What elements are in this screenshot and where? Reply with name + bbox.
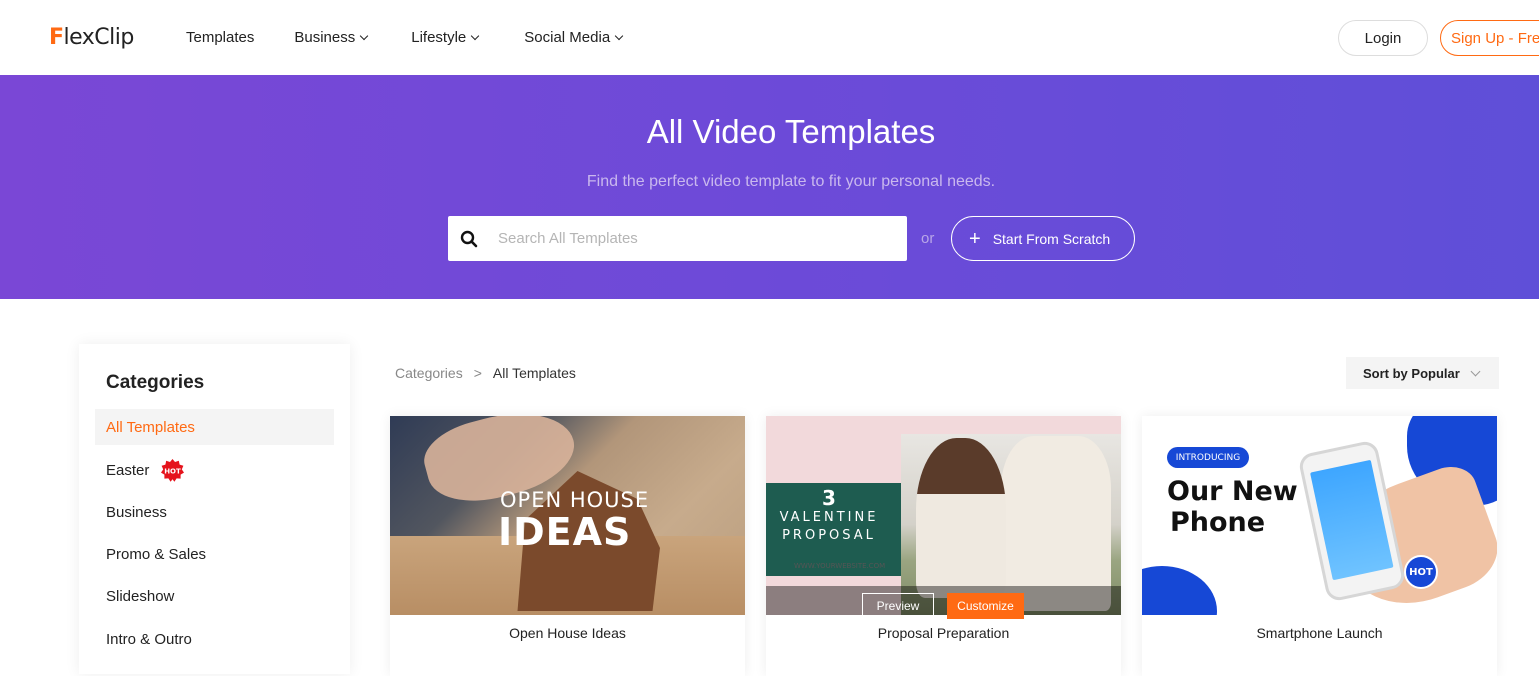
thumb-phone-screen [1310,459,1394,581]
thumb-url-text: WWW.YOURWEBSITE.COM [794,562,886,570]
preview-button[interactable]: Preview [862,593,934,619]
thumb-man [1001,436,1111,611]
thumb-hot-badge: HOT [1404,555,1438,589]
hover-overlay [766,586,1121,615]
search-icon[interactable] [460,230,478,248]
hot-badge-icon: HOT [161,458,185,482]
sidebar-item-business[interactable]: Business [95,494,334,530]
chevron-down-icon [614,31,624,40]
sidebar-item-all-templates[interactable]: All Templates [95,409,334,445]
logo-mark: F [49,24,64,50]
thumb-text-line2: IDEAS [498,510,632,554]
signup-button[interactable]: Sign Up - Free [1440,20,1539,56]
nav-social-media-label: Social Media [524,28,611,46]
breadcrumb: Categories > All Templates [395,365,576,381]
thumb-text-line3: PROPOSAL [782,528,876,543]
start-from-scratch-label: Start From Scratch [992,230,1111,247]
sidebar-item-label: Promo & Sales [106,545,207,563]
chevron-down-icon [360,31,369,40]
breadcrumb-root[interactable]: Categories [395,365,463,381]
flexclip-logo[interactable]: FlexClip [49,22,134,52]
nav-lifestyle-label: Lifestyle [411,28,467,46]
main-nav: Templates Business Lifestyle Social Medi… [186,27,624,47]
sidebar-title: Categories [106,372,205,393]
sidebar-item-label: Intro & Outro [106,630,192,648]
chevron-down-icon [471,31,480,40]
top-header: FlexClip Templates Business Lifestyle So… [0,0,1539,75]
nav-social-media[interactable]: Social Media [524,27,624,47]
search-input[interactable] [498,216,898,261]
nav-business-label: Business [294,28,356,46]
template-card-open-house[interactable]: OPEN HOUSE IDEAS Open House Ideas [390,416,745,676]
thumb-text-line1: 3 [822,486,836,510]
thumb-text-line2: VALENTINE [779,510,879,525]
nav-business[interactable]: Business [294,27,369,47]
logo-text: lexClip [63,24,135,50]
thumb-intro-pill: INTRODUCING [1167,447,1249,468]
search-box [448,216,907,261]
thumb-phone [1297,439,1407,603]
sidebar-item-label: Easter [106,461,150,479]
or-separator: or [921,230,935,247]
sidebar-item-slideshow[interactable]: Slideshow [95,578,334,614]
hero-subtitle: Find the perfect video template to fit y… [586,173,996,190]
sidebar-item-promo-sales[interactable]: Promo & Sales [95,536,334,572]
thumb-text-line2: Phone [1170,507,1266,538]
nav-templates[interactable]: Templates [186,27,254,47]
customize-button[interactable]: Customize [947,593,1024,619]
thumb-blob [1142,566,1217,615]
template-caption: Smartphone Launch [1256,625,1383,641]
sidebar-item-label: All Templates [106,418,195,436]
template-thumbnail[interactable]: INTRODUCING Our New Phone HOT [1142,416,1497,615]
hot-badge-text: HOT [165,467,182,475]
start-from-scratch-button[interactable]: + Start From Scratch [951,216,1135,261]
breadcrumb-separator: > [473,365,482,381]
template-caption: Proposal Preparation [877,625,1010,641]
sort-dropdown[interactable]: Sort by Popular [1346,357,1499,389]
sidebar-item-label: Slideshow [106,587,175,605]
categories-sidebar: Categories All Templates Easter HOT Busi… [79,344,350,674]
page-title: All Video Templates [646,113,936,150]
breadcrumb-current: All Templates [492,365,576,381]
template-thumbnail[interactable]: OPEN HOUSE IDEAS [390,416,745,615]
nav-templates-label: Templates [186,28,255,46]
sidebar-item-label: Business [106,503,167,521]
sidebar-item-easter[interactable]: Easter HOT [95,452,334,488]
template-card-smartphone[interactable]: INTRODUCING Our New Phone HOT Smartphone… [1142,416,1497,676]
thumb-woman [916,438,1006,598]
plus-icon: + [969,227,981,250]
template-thumbnail[interactable]: 3 VALENTINE PROPOSAL WWW.YOURWEBSITE.COM [766,416,1121,615]
nav-lifestyle[interactable]: Lifestyle [411,27,480,47]
template-caption: Open House Ideas [509,625,626,641]
thumb-text-line1: Our New [1167,476,1298,507]
thumb-text-line1: OPEN HOUSE [500,488,650,512]
template-card-proposal[interactable]: 3 VALENTINE PROPOSAL WWW.YOURWEBSITE.COM… [766,416,1121,676]
sidebar-item-intro-outro[interactable]: Intro & Outro [95,621,334,657]
chevron-down-icon [1470,366,1481,377]
sort-dropdown-label: Sort by Popular [1363,365,1460,381]
hero-banner: All Video Templates Find the perfect vid… [0,75,1539,299]
login-button[interactable]: Login [1338,20,1428,56]
